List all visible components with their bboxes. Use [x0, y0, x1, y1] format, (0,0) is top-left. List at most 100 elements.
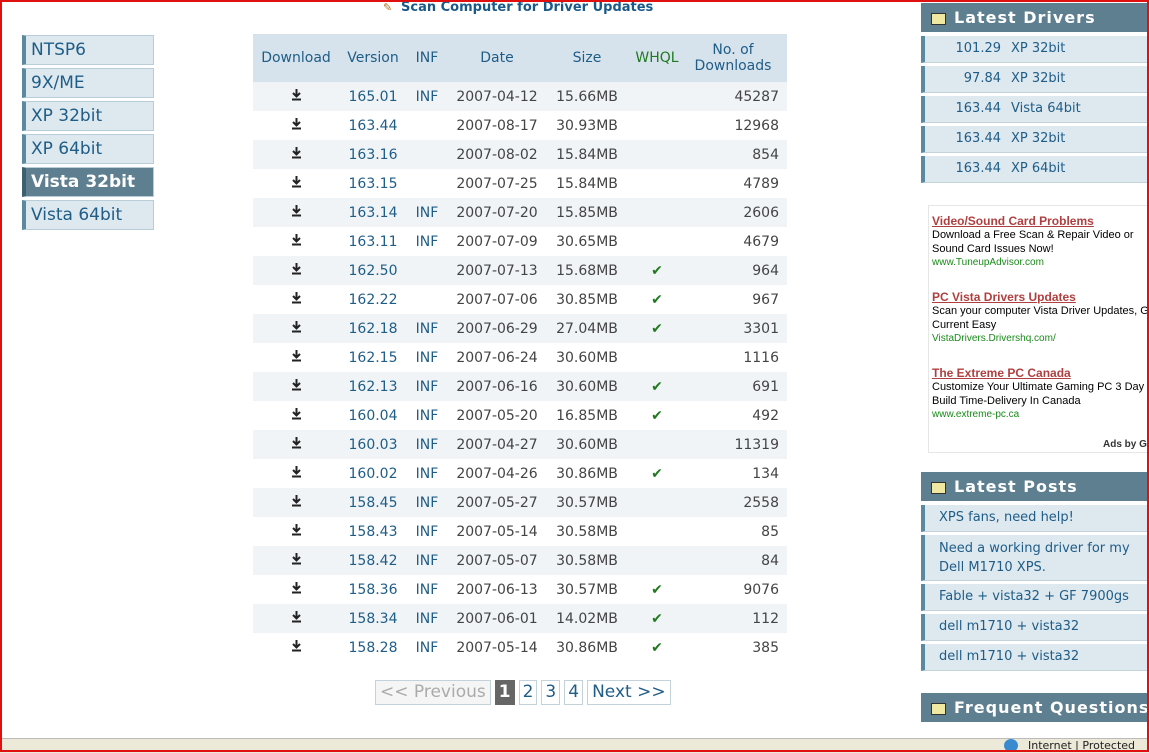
version-link[interactable]: 165.01 [339, 82, 407, 111]
download-cell[interactable] [253, 227, 339, 256]
header-whql[interactable]: WHQL [627, 34, 687, 82]
header-date[interactable]: Date [447, 34, 547, 82]
version-link[interactable]: 158.36 [339, 575, 407, 604]
download-cell[interactable] [253, 314, 339, 343]
header-inf[interactable]: INF [407, 34, 447, 82]
version-link[interactable]: 162.50 [339, 256, 407, 285]
ad-url[interactable]: www.TuneupAdvisor.com [932, 256, 1149, 270]
download-cell[interactable] [253, 546, 339, 575]
download-cell[interactable] [253, 343, 339, 372]
page-number-button[interactable]: 2 [518, 680, 538, 705]
download-arrow-icon[interactable] [291, 320, 302, 336]
ads-by-label[interactable]: Ads by Go [1103, 439, 1149, 450]
next-page-button[interactable]: Next >> [587, 680, 671, 705]
os-nav-item[interactable]: NTSP6 [22, 35, 154, 65]
latest-driver-item[interactable]: 97.84 XP 32bit [921, 66, 1149, 93]
download-cell[interactable] [253, 517, 339, 546]
inf-link[interactable]: INF [407, 343, 447, 372]
latest-driver-item[interactable]: 163.44 XP 64bit [921, 156, 1149, 183]
os-nav-item[interactable]: XP 32bit [22, 101, 154, 131]
download-arrow-icon[interactable] [291, 523, 302, 539]
download-arrow-icon[interactable] [291, 378, 302, 394]
ad-url[interactable]: www.extreme-pc.ca [932, 408, 1149, 422]
download-cell[interactable] [253, 401, 339, 430]
download-arrow-icon[interactable] [291, 175, 302, 191]
download-cell[interactable] [253, 169, 339, 198]
version-link[interactable]: 162.18 [339, 314, 407, 343]
download-arrow-icon[interactable] [291, 146, 302, 162]
latest-driver-item[interactable]: 163.44 Vista 64bit [921, 96, 1149, 123]
version-link[interactable]: 162.13 [339, 372, 407, 401]
inf-link[interactable]: INF [407, 459, 447, 488]
download-arrow-icon[interactable] [291, 552, 302, 568]
inf-link[interactable] [407, 256, 447, 285]
download-arrow-icon[interactable] [291, 639, 302, 655]
download-arrow-icon[interactable] [291, 610, 302, 626]
inf-link[interactable]: INF [407, 430, 447, 459]
inf-link[interactable]: INF [407, 401, 447, 430]
header-version[interactable]: Version [339, 34, 407, 82]
inf-link[interactable] [407, 140, 447, 169]
latest-post-link[interactable]: dell m1710 + vista32 [921, 614, 1149, 641]
download-cell[interactable] [253, 198, 339, 227]
os-nav-item[interactable]: Vista 64bit [22, 200, 154, 230]
download-arrow-icon[interactable] [291, 494, 302, 510]
os-nav-item[interactable]: 9X/ME [22, 68, 154, 98]
version-link[interactable]: 158.45 [339, 488, 407, 517]
version-link[interactable]: 158.43 [339, 517, 407, 546]
latest-post-link[interactable]: XPS fans, need help! [921, 505, 1149, 532]
latest-driver-item[interactable]: 163.44 XP 32bit [921, 126, 1149, 153]
download-cell[interactable] [253, 459, 339, 488]
download-arrow-icon[interactable] [291, 291, 302, 307]
version-link[interactable]: 162.22 [339, 285, 407, 314]
inf-link[interactable]: INF [407, 488, 447, 517]
download-arrow-icon[interactable] [291, 88, 302, 104]
latest-post-link[interactable]: dell m1710 + vista32 [921, 644, 1149, 671]
inf-link[interactable]: INF [407, 372, 447, 401]
version-link[interactable]: 163.15 [339, 169, 407, 198]
inf-link[interactable] [407, 111, 447, 140]
download-arrow-icon[interactable] [291, 407, 302, 423]
ad-title-link[interactable]: PC Vista Drivers Updates [932, 290, 1149, 304]
inf-link[interactable]: INF [407, 633, 447, 662]
inf-link[interactable]: INF [407, 546, 447, 575]
version-link[interactable]: 163.14 [339, 198, 407, 227]
download-arrow-icon[interactable] [291, 262, 302, 278]
ad-title-link[interactable]: Video/Sound Card Problems [932, 214, 1149, 228]
inf-link[interactable] [407, 169, 447, 198]
page-number-button[interactable]: 4 [564, 680, 584, 705]
page-number-button[interactable]: 3 [541, 680, 561, 705]
download-cell[interactable] [253, 575, 339, 604]
ad-url[interactable]: VistaDrivers.Drivershq.com/ [932, 332, 1149, 346]
latest-driver-item[interactable]: 101.29 XP 32bit [921, 36, 1149, 63]
download-cell[interactable] [253, 430, 339, 459]
inf-link[interactable]: INF [407, 227, 447, 256]
latest-post-link[interactable]: Need a working driver for my Dell M1710 … [921, 535, 1149, 581]
faq-header[interactable]: Frequent Questions [921, 693, 1149, 722]
version-link[interactable]: 163.16 [339, 140, 407, 169]
download-arrow-icon[interactable] [291, 233, 302, 249]
download-cell[interactable] [253, 372, 339, 401]
header-downloads[interactable]: No. of Downloads [687, 34, 787, 82]
version-link[interactable]: 163.44 [339, 111, 407, 140]
version-link[interactable]: 160.02 [339, 459, 407, 488]
download-cell[interactable] [253, 256, 339, 285]
scan-computer-link[interactable]: ✎ Scan Computer for Driver Updates [383, 0, 653, 15]
inf-link[interactable]: INF [407, 604, 447, 633]
download-cell[interactable] [253, 633, 339, 662]
header-size[interactable]: Size [547, 34, 627, 82]
version-link[interactable]: 158.34 [339, 604, 407, 633]
inf-link[interactable]: INF [407, 314, 447, 343]
download-arrow-icon[interactable] [291, 465, 302, 481]
version-link[interactable]: 163.11 [339, 227, 407, 256]
header-download[interactable]: Download [253, 34, 339, 82]
os-nav-item[interactable]: Vista 32bit [22, 167, 154, 197]
download-cell[interactable] [253, 111, 339, 140]
page-number-button[interactable]: 1 [494, 680, 515, 705]
download-cell[interactable] [253, 604, 339, 633]
download-cell[interactable] [253, 140, 339, 169]
version-link[interactable]: 158.42 [339, 546, 407, 575]
download-arrow-icon[interactable] [291, 581, 302, 597]
version-link[interactable]: 160.03 [339, 430, 407, 459]
version-link[interactable]: 158.28 [339, 633, 407, 662]
